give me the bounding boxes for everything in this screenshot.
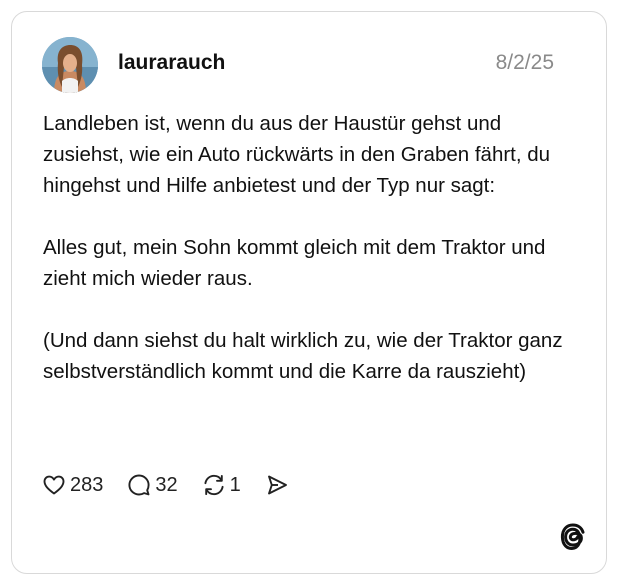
post-paragraph: (Und dann siehst du halt wirklich zu, wi… [43, 329, 563, 383]
post-paragraph: Alles gut, mein Sohn kommt gleich mit de… [43, 236, 546, 290]
repost-button[interactable]: 1 [202, 472, 241, 498]
speech-bubble-icon [127, 473, 151, 497]
send-icon [265, 473, 289, 497]
reply-count: 32 [155, 474, 178, 496]
like-count: 283 [70, 474, 104, 496]
repost-count: 1 [229, 474, 241, 496]
threads-logo-icon [560, 523, 586, 551]
action-bar: 283 32 1 [42, 470, 313, 500]
post-date: 8/2/25 [495, 51, 554, 74]
share-button[interactable] [265, 473, 289, 497]
username-link[interactable]: laurarauch [118, 50, 225, 76]
heart-icon [42, 473, 66, 497]
post-paragraph: Landleben ist, wenn du aus der Haustür g… [43, 112, 551, 197]
post-text: Landleben ist, wenn du aus der Haustür g… [43, 108, 583, 387]
avatar[interactable] [42, 37, 98, 93]
repost-arrows-icon [202, 473, 226, 497]
reply-button[interactable]: 32 [127, 472, 178, 498]
post-card: laurarauch 8/2/25 Landleben ist, wenn du… [11, 11, 607, 574]
like-button[interactable]: 283 [42, 472, 103, 498]
